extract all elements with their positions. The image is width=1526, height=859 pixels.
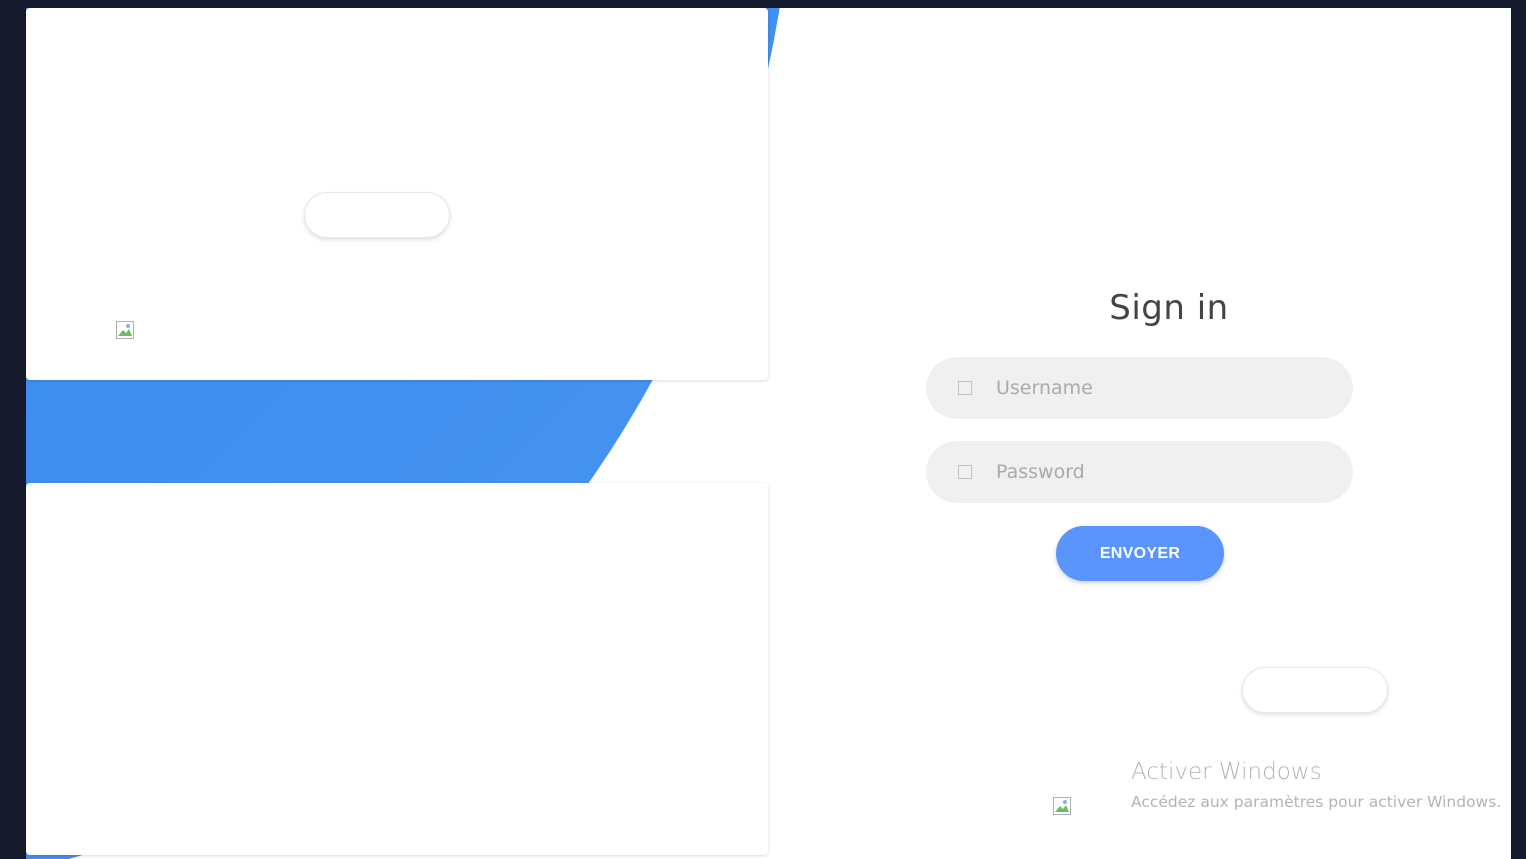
submit-button[interactable]: ENVOYER [1056, 526, 1224, 581]
watermark-subtitle: Accédez aux paramètres pour activer Wind… [1131, 793, 1502, 811]
windows-activation-watermark: Activer Windows Accédez aux paramètres p… [1131, 757, 1501, 817]
lock-icon [958, 465, 972, 479]
app-frame: Sign in ENVOYER Activer Windows Accédez … [26, 8, 1511, 859]
sign-in-title: Sign in [1109, 288, 1229, 328]
watermark-title: Activer Windows [1131, 759, 1322, 785]
username-field[interactable] [926, 357, 1353, 419]
broken-image-icon [1053, 797, 1071, 815]
username-input[interactable] [994, 376, 1318, 400]
password-field[interactable] [926, 441, 1353, 503]
user-icon [958, 381, 972, 395]
top-left-panel [26, 8, 768, 380]
bottom-left-panel [26, 483, 768, 855]
right-pill-button[interactable] [1242, 667, 1388, 713]
broken-image-icon [116, 321, 134, 339]
panel-top-pill-button[interactable] [304, 192, 450, 238]
password-input[interactable] [994, 460, 1318, 484]
